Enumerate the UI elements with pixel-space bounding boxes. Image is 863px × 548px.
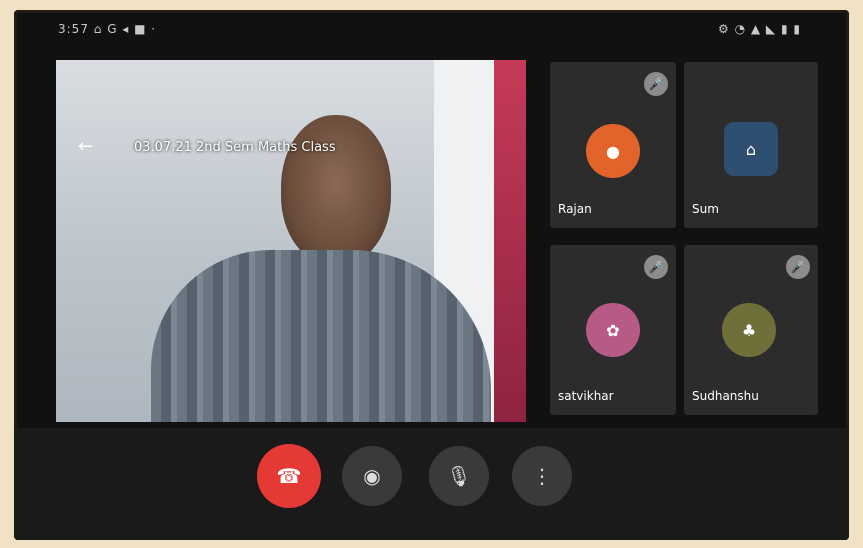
- status-left: 3:57 ⌂ G ◂ ■ ·: [58, 22, 157, 36]
- participant-tile-4[interactable]: 🎤 ♣ Sudhanshu: [684, 245, 818, 415]
- avatar: ⌂: [724, 122, 778, 176]
- avatar: ●: [586, 124, 640, 178]
- avatar: ✿: [586, 303, 640, 357]
- status-right: ⚙ ◔ ▲ ◣ ▮ ▮: [718, 22, 801, 36]
- end-call-icon: ☎: [276, 464, 302, 488]
- camera-button[interactable]: ◉: [342, 446, 402, 506]
- participant-name: satvikhar: [558, 389, 614, 403]
- participant-head: [281, 115, 391, 265]
- more-options-button[interactable]: ⋮: [512, 446, 572, 506]
- main-video[interactable]: ← 03.07.21 2nd Sem Maths Class Ya 🎙: [56, 60, 526, 422]
- mute-icon: 🎤: [644, 72, 668, 96]
- meeting-title: 03.07.21 2nd Sem Maths Class: [134, 140, 336, 155]
- meeting-screen: 3:57 ⌂ G ◂ ■ · ⚙ ◔ ▲ ◣ ▮ ▮ ← 03.07.21 2n…: [14, 10, 849, 540]
- mute-icon: 🎤: [786, 255, 810, 279]
- mute-icon: 🎤: [644, 255, 668, 279]
- microphone-button[interactable]: 🎙: [429, 446, 489, 506]
- participant-name: Rajan: [558, 202, 592, 216]
- end-call-button[interactable]: ☎: [257, 444, 321, 508]
- participant-tile-1[interactable]: 🎤 ● Rajan: [550, 62, 676, 228]
- camera-icon: ◉: [363, 464, 381, 488]
- participant-name: Sudhanshu: [692, 389, 759, 403]
- status-bar: 3:57 ⌂ G ◂ ■ · ⚙ ◔ ▲ ◣ ▮ ▮: [14, 10, 849, 48]
- participant-tile-2[interactable]: ⌂ Sum: [684, 62, 818, 228]
- avatar: ♣: [722, 303, 776, 357]
- participant-name: Sum: [692, 202, 719, 216]
- back-arrow-icon[interactable]: ←: [78, 136, 93, 157]
- background-wall: [494, 60, 526, 422]
- participant-tile-3[interactable]: 🎤 ✿ satvikhar: [550, 245, 676, 415]
- microphone-icon: 🎙: [446, 464, 472, 488]
- call-controls: ☎ ◉ 🎙 ⋮: [14, 428, 849, 540]
- more-options-icon: ⋮: [532, 464, 552, 488]
